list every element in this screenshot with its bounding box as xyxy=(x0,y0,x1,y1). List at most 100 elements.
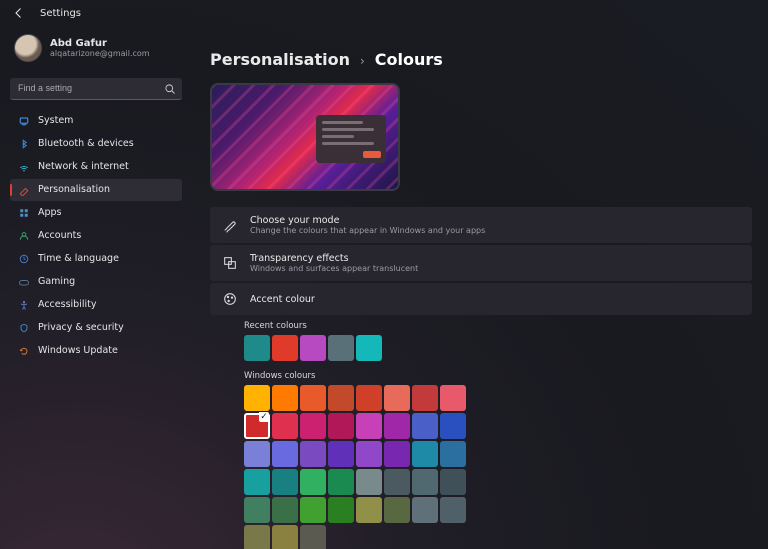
windows-swatch[interactable] xyxy=(328,441,354,467)
chevron-right-icon: › xyxy=(360,54,365,68)
windows-swatch[interactable] xyxy=(440,385,466,411)
sidebar-item-accounts[interactable]: Accounts xyxy=(10,225,182,247)
sidebar-item-accessibility[interactable]: Accessibility xyxy=(10,294,182,316)
user-card[interactable]: Abd Gafur alqatarizone@gmail.com xyxy=(10,30,182,74)
sidebar-item-network[interactable]: Network & internet xyxy=(10,156,182,178)
windows-swatch[interactable] xyxy=(384,385,410,411)
windows-swatch[interactable] xyxy=(272,413,298,439)
choose-mode-row[interactable]: Choose your mode Change the colours that… xyxy=(210,207,752,243)
accent-title: Accent colour xyxy=(250,294,315,305)
sidebar-item-label: Apps xyxy=(38,207,62,218)
avatar xyxy=(14,34,42,62)
sidebar-item-update[interactable]: Windows Update xyxy=(10,340,182,362)
sidebar-item-label: Accessibility xyxy=(38,299,96,310)
recent-swatch[interactable] xyxy=(356,335,382,361)
windows-swatch[interactable] xyxy=(328,385,354,411)
sidebar-item-privacy[interactable]: Privacy & security xyxy=(10,317,182,339)
windows-swatch[interactable] xyxy=(384,413,410,439)
windows-swatch[interactable] xyxy=(384,469,410,495)
system-icon xyxy=(18,115,30,127)
recent-swatch[interactable] xyxy=(272,335,298,361)
windows-swatch[interactable] xyxy=(244,385,270,411)
windows-swatch[interactable] xyxy=(412,469,438,495)
windows-swatch[interactable] xyxy=(244,469,270,495)
recent-swatch[interactable] xyxy=(328,335,354,361)
windows-swatch[interactable] xyxy=(440,469,466,495)
accent-row[interactable]: Accent colour xyxy=(210,283,752,315)
windows-swatch[interactable] xyxy=(300,413,326,439)
windows-swatch[interactable] xyxy=(300,497,326,523)
choose-mode-title: Choose your mode xyxy=(250,215,485,226)
windows-swatch[interactable] xyxy=(328,497,354,523)
windows-swatch[interactable] xyxy=(412,497,438,523)
sidebar-item-label: System xyxy=(38,115,73,126)
windows-swatch[interactable] xyxy=(244,441,270,467)
windows-swatch[interactable] xyxy=(328,413,354,439)
sidebar-item-label: Bluetooth & devices xyxy=(38,138,134,149)
windows-swatch[interactable] xyxy=(384,497,410,523)
windows-swatch[interactable] xyxy=(412,441,438,467)
sidebar-item-label: Privacy & security xyxy=(38,322,124,333)
choose-mode-sub: Change the colours that appear in Window… xyxy=(250,226,485,235)
windows-swatch[interactable] xyxy=(272,525,298,549)
windows-swatch[interactable] xyxy=(272,469,298,495)
windows-swatch[interactable] xyxy=(412,385,438,411)
windows-swatch[interactable] xyxy=(384,441,410,467)
windows-swatch[interactable] xyxy=(356,385,382,411)
windows-swatch[interactable] xyxy=(412,413,438,439)
breadcrumb: Personalisation › Colours xyxy=(210,50,752,69)
bluetooth-icon xyxy=(18,138,30,150)
windows-swatch[interactable] xyxy=(244,413,270,439)
transparency-row[interactable]: Transparency effects Windows and surface… xyxy=(210,245,752,281)
windows-swatch[interactable] xyxy=(440,497,466,523)
windows-swatch[interactable] xyxy=(244,497,270,523)
search-icon xyxy=(164,80,176,99)
windows-swatch[interactable] xyxy=(300,385,326,411)
privacy-icon xyxy=(18,322,30,334)
breadcrumb-parent[interactable]: Personalisation xyxy=(210,50,350,69)
personalisation-icon xyxy=(18,184,30,196)
network-icon xyxy=(18,161,30,173)
windows-swatch[interactable] xyxy=(328,469,354,495)
sidebar-item-apps[interactable]: Apps xyxy=(10,202,182,224)
sidebar-item-time[interactable]: Time & language xyxy=(10,248,182,270)
windows-swatch[interactable] xyxy=(272,497,298,523)
windows-swatch[interactable] xyxy=(272,441,298,467)
arrow-left-icon xyxy=(13,7,25,19)
windows-swatch[interactable] xyxy=(300,441,326,467)
sidebar-item-label: Time & language xyxy=(38,253,119,264)
windows-swatch[interactable] xyxy=(272,385,298,411)
sidebar-item-label: Gaming xyxy=(38,276,75,287)
app-title: Settings xyxy=(40,8,81,19)
sidebar-item-gaming[interactable]: Gaming xyxy=(10,271,182,293)
windows-swatch[interactable] xyxy=(356,469,382,495)
windows-swatch[interactable] xyxy=(300,525,326,549)
sidebar-item-label: Network & internet xyxy=(38,161,129,172)
sidebar-item-label: Accounts xyxy=(38,230,81,241)
apps-icon xyxy=(18,207,30,219)
brush-icon xyxy=(222,217,238,233)
update-icon xyxy=(18,345,30,357)
windows-swatch[interactable] xyxy=(440,441,466,467)
sidebar-item-label: Personalisation xyxy=(38,184,110,195)
time-icon xyxy=(18,253,30,265)
search-input[interactable] xyxy=(10,78,182,100)
sidebar-item-bluetooth[interactable]: Bluetooth & devices xyxy=(10,133,182,155)
gaming-icon xyxy=(18,276,30,288)
recent-swatch[interactable] xyxy=(300,335,326,361)
windows-swatch[interactable] xyxy=(356,413,382,439)
windows-swatch[interactable] xyxy=(244,525,270,549)
sidebar-item-system[interactable]: System xyxy=(10,110,182,132)
windows-swatch[interactable] xyxy=(440,413,466,439)
recent-swatch[interactable] xyxy=(244,335,270,361)
transparency-title: Transparency effects xyxy=(250,253,418,264)
search-box[interactable] xyxy=(10,76,182,100)
accounts-icon xyxy=(18,230,30,242)
transparency-icon xyxy=(222,255,238,271)
windows-swatch[interactable] xyxy=(356,497,382,523)
windows-swatch[interactable] xyxy=(300,469,326,495)
sidebar-item-personalisation[interactable]: Personalisation xyxy=(10,179,182,201)
back-button[interactable] xyxy=(12,6,26,20)
windows-swatch[interactable] xyxy=(356,441,382,467)
windows-colours-label: Windows colours xyxy=(244,371,752,381)
